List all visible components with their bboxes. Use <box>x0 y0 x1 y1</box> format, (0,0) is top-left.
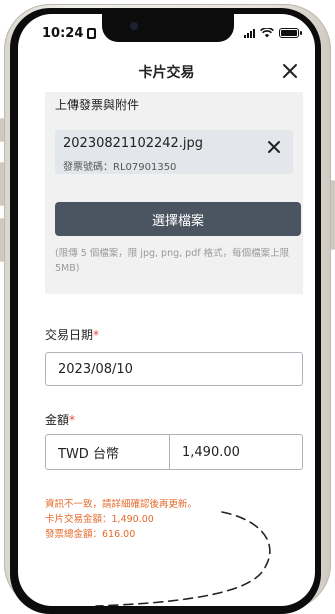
close-icon[interactable] <box>279 60 301 82</box>
side-button-left <box>0 162 4 206</box>
status-bar-time: 10:24 <box>42 26 97 41</box>
side-button-left <box>0 218 4 262</box>
side-button-right <box>331 180 335 250</box>
date-input[interactable]: 2023/08/10 <box>45 352 303 386</box>
card-amount-warning: 卡片交易金額：1,490.00 <box>45 514 154 525</box>
amount-label: 金額* <box>45 411 75 428</box>
mismatch-warning: 資訊不一致，請詳細確認後再更新。 <box>45 499 198 510</box>
upload-panel: 上傳發票與附件 20230821102242.jpg 發票號碼：RL079013… <box>45 92 303 294</box>
camera-icon <box>130 22 138 30</box>
choose-file-button[interactable]: 選擇檔案 <box>55 202 301 236</box>
amount-label-text: 金額 <box>45 413 70 427</box>
page-title: 卡片交易 <box>138 65 195 81</box>
upload-hint: (限傳 5 個檔案，限 jpg, png, pdf 格式，每個檔案上限 5MB) <box>55 248 290 274</box>
uploaded-file-card: 20230821102242.jpg 發票號碼：RL07901350 <box>55 130 293 174</box>
date-value: 2023/08/10 <box>58 361 133 377</box>
required-mark: * <box>93 328 100 342</box>
amount-value: 1,490.00 <box>182 444 240 460</box>
date-label-text: 交易日期 <box>45 328 94 342</box>
invoice-total-warning: 發票總金額：616.00 <box>45 529 136 540</box>
time-text: 10:24 <box>42 26 84 41</box>
currency-value: TWD 台幣 <box>58 446 119 462</box>
upload-heading: 上傳發票與附件 <box>55 98 140 112</box>
wifi-icon <box>260 28 274 38</box>
required-mark: * <box>69 413 76 427</box>
notch <box>102 14 234 42</box>
status-bar-indicators <box>244 28 302 38</box>
file-name: 20230821102242.jpg <box>63 136 204 151</box>
battery-icon <box>279 28 302 38</box>
date-label: 交易日期* <box>45 326 99 343</box>
invoice-number: 發票號碼：RL07901350 <box>63 162 177 173</box>
side-button-left <box>0 118 4 142</box>
remove-file-icon[interactable] <box>267 140 281 154</box>
amount-row: TWD 台幣 1,490.00 <box>45 434 303 470</box>
currency-select[interactable]: TWD 台幣 <box>46 435 170 469</box>
sim-icon <box>87 28 97 39</box>
header: 卡片交易 <box>18 60 315 86</box>
signal-icon <box>244 28 255 38</box>
amount-input[interactable]: 1,490.00 <box>170 435 302 469</box>
